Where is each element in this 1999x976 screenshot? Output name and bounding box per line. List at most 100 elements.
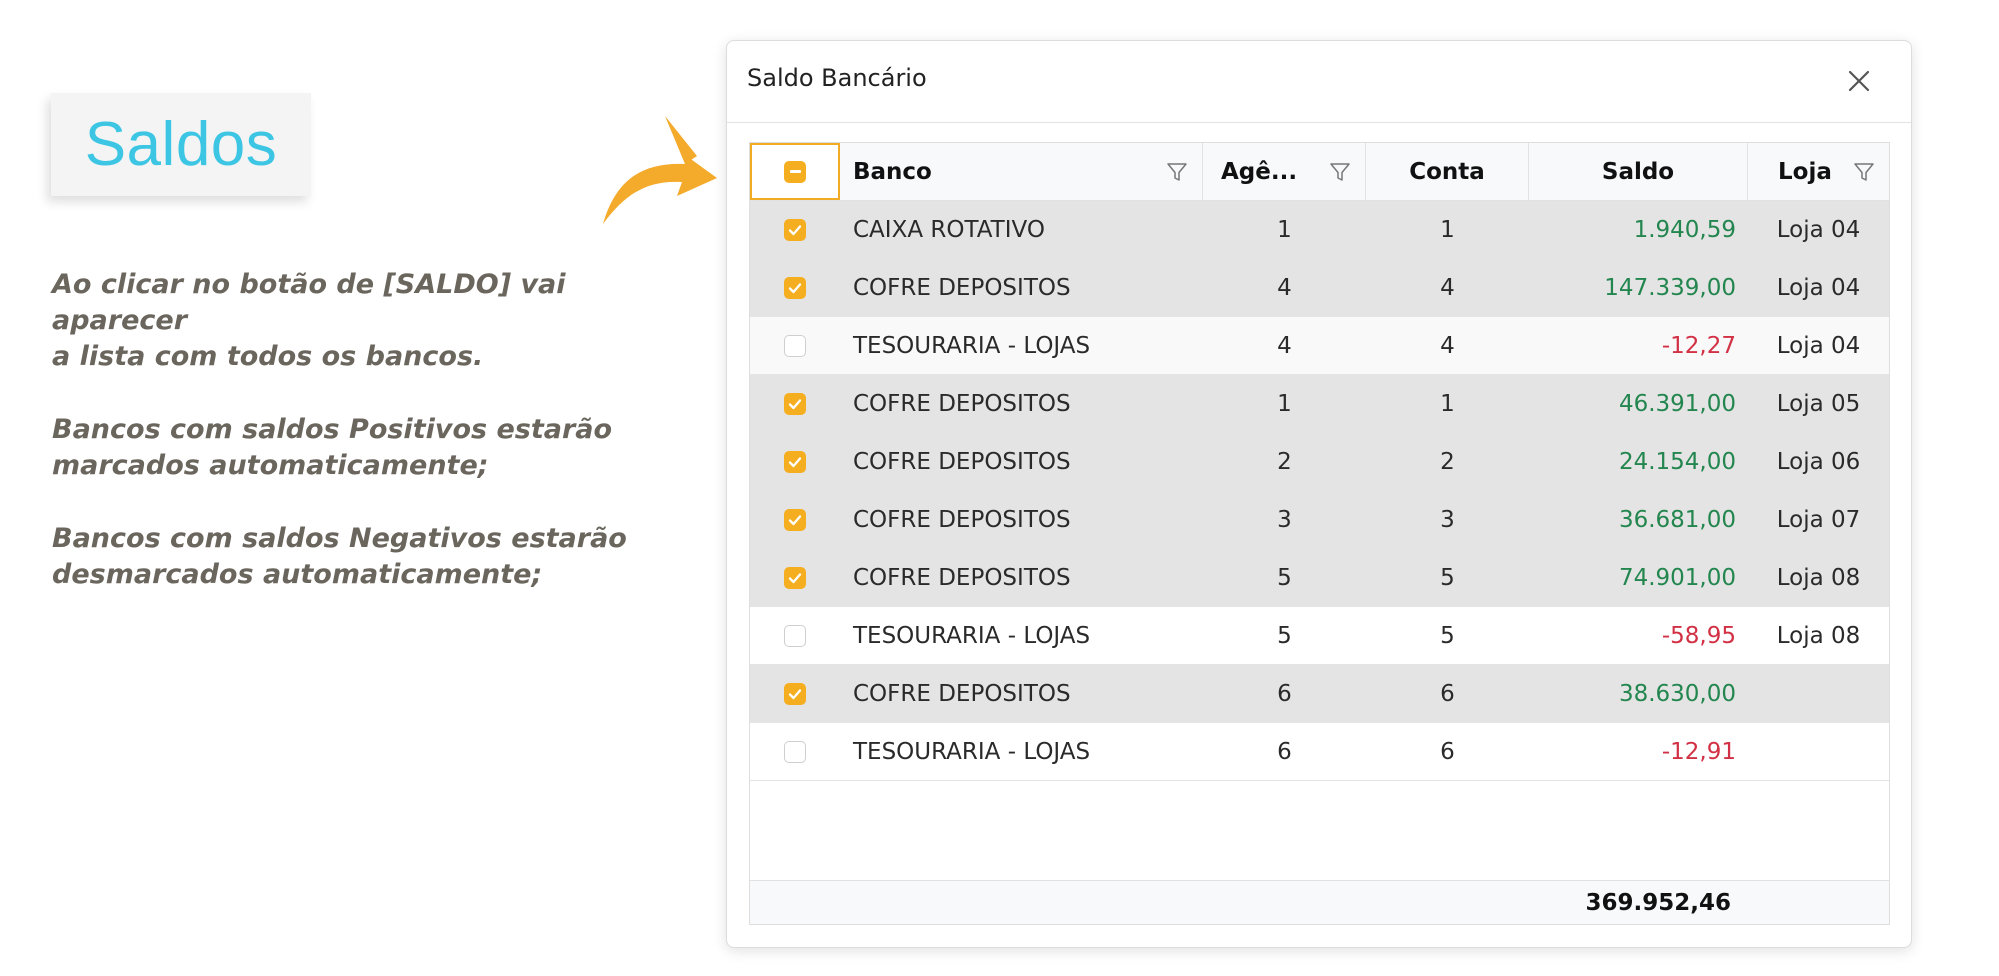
row-checkbox-cell[interactable] [750, 375, 840, 432]
table-row[interactable]: COFRE DEPOSITOS 1 1 46.391,00 Loja 05 [750, 375, 1889, 433]
arrow-icon [603, 116, 717, 224]
cell-agencia: 6 [1277, 738, 1292, 765]
table-row[interactable]: CAIXA ROTATIVO 1 1 1.940,59 Loja 04 [750, 201, 1889, 259]
dialog-header: Saldo Bancário [727, 41, 1911, 123]
cell-agencia: 4 [1277, 332, 1292, 359]
table-header: Banco Agê... Conta Saldo Loja [750, 143, 1889, 201]
cell-loja: Loja 04 [1776, 332, 1861, 359]
close-icon[interactable] [1845, 67, 1873, 95]
cell-conta: 5 [1440, 564, 1455, 591]
dialog-title: Saldo Bancário [747, 64, 927, 92]
table-row[interactable]: COFRE DEPOSITOS 4 4 147.339,00 Loja 04 [750, 259, 1889, 317]
column-loja[interactable]: Loja [1748, 143, 1889, 200]
cell-banco: COFRE DEPOSITOS [853, 680, 1071, 707]
page-title: Saldos [84, 110, 278, 179]
cell-saldo: -12,91 [1661, 738, 1736, 765]
checkbox-unchecked[interactable] [784, 334, 806, 357]
row-checkbox-cell[interactable] [750, 665, 840, 722]
table-body: CAIXA ROTATIVO 1 1 1.940,59 Loja 04 COFRE DEP… [750, 201, 1889, 781]
row-checkbox-cell[interactable] [750, 259, 840, 316]
cell-saldo: -12,27 [1661, 332, 1736, 359]
cell-banco: COFRE DEPOSITOS [853, 390, 1071, 417]
checkbox-checked-icon[interactable] [784, 276, 806, 299]
cell-loja: Loja 06 [1776, 448, 1861, 475]
cell-saldo: 1.940,59 [1633, 216, 1736, 243]
checkbox-checked-icon[interactable] [784, 682, 806, 705]
row-checkbox-cell[interactable] [750, 317, 840, 374]
cell-loja: Loja 04 [1776, 274, 1861, 301]
cell-conta: 3 [1440, 506, 1455, 533]
cell-loja: Loja 08 [1776, 622, 1861, 649]
cell-saldo: 24.154,00 [1618, 448, 1736, 475]
cell-agencia: 5 [1277, 622, 1292, 649]
cell-banco: COFRE DEPOSITOS [853, 274, 1071, 301]
checkbox-indeterminate-icon[interactable] [784, 160, 806, 183]
column-loja-label: Loja [1778, 158, 1832, 185]
checkbox-checked-icon[interactable] [784, 218, 806, 241]
table-row[interactable]: COFRE DEPOSITOS 2 2 24.154,00 Loja 06 [750, 433, 1889, 491]
checkbox-checked-icon[interactable] [784, 392, 806, 415]
cell-agencia: 2 [1277, 448, 1292, 475]
column-banco[interactable]: Banco [840, 143, 1203, 200]
cell-loja: Loja 08 [1776, 564, 1861, 591]
table-row[interactable]: TESOURARIA - LOJAS 6 6 -12,91 [750, 723, 1889, 781]
column-saldo[interactable]: Saldo [1529, 143, 1748, 200]
table-row[interactable]: COFRE DEPOSITOS 6 6 38.630,00 [750, 665, 1889, 723]
instruction-2: Bancos com saldos Positivos estarão marc… [52, 414, 613, 481]
cell-loja [1748, 665, 1889, 722]
cell-conta: 4 [1440, 332, 1455, 359]
filter-icon[interactable] [1166, 161, 1188, 183]
filter-icon[interactable] [1329, 161, 1351, 183]
checkbox-checked-icon[interactable] [784, 508, 806, 531]
table-row[interactable]: TESOURARIA - LOJAS 4 4 -12,27 Loja 04 [750, 317, 1889, 375]
row-checkbox-cell[interactable] [750, 723, 840, 780]
checkbox-unchecked[interactable] [784, 740, 806, 763]
bank-balance-table: Banco Agê... Conta Saldo Loja CAIXA ROTA… [749, 142, 1890, 925]
instruction-1: Ao clicar no botão de [SALDO] vai aparec… [52, 269, 566, 372]
column-conta[interactable]: Conta [1366, 143, 1529, 200]
cell-agencia: 6 [1277, 680, 1292, 707]
cell-conta: 4 [1440, 274, 1455, 301]
column-conta-label: Conta [1409, 158, 1485, 185]
column-agencia-label: Agê... [1221, 158, 1298, 185]
instructions: Ao clicar no botão de [SALDO] vai aparec… [52, 267, 672, 630]
cell-banco: COFRE DEPOSITOS [853, 448, 1071, 475]
table-row[interactable]: COFRE DEPOSITOS 5 5 74.901,00 Loja 08 [750, 549, 1889, 607]
cell-conta: 1 [1440, 390, 1455, 417]
cell-agencia: 5 [1277, 564, 1292, 591]
column-banco-label: Banco [853, 158, 932, 185]
title-card: Saldos [51, 93, 311, 196]
cell-saldo: 36.681,00 [1618, 506, 1736, 533]
row-checkbox-cell[interactable] [750, 549, 840, 606]
table-footer: 369.952,46 [750, 880, 1889, 924]
row-checkbox-cell[interactable] [750, 433, 840, 490]
filter-icon[interactable] [1853, 161, 1875, 183]
cell-conta: 1 [1440, 216, 1455, 243]
cell-loja: Loja 07 [1776, 506, 1861, 533]
cell-conta: 5 [1440, 622, 1455, 649]
cell-conta: 6 [1440, 738, 1455, 765]
total-saldo: 369.952,46 [1585, 889, 1731, 916]
cell-banco: TESOURARIA - LOJAS [853, 622, 1091, 649]
column-agencia[interactable]: Agê... [1203, 143, 1366, 200]
table-row[interactable]: TESOURARIA - LOJAS 5 5 -58,95 Loja 08 [750, 607, 1889, 665]
checkbox-checked-icon[interactable] [784, 566, 806, 589]
cell-saldo: -58,95 [1661, 622, 1736, 649]
checkbox-checked-icon[interactable] [784, 450, 806, 473]
cell-banco: TESOURARIA - LOJAS [853, 738, 1091, 765]
row-checkbox-cell[interactable] [750, 607, 840, 664]
row-checkbox-cell[interactable] [750, 491, 840, 548]
cell-saldo: 46.391,00 [1618, 390, 1736, 417]
cell-loja: Loja 04 [1776, 216, 1861, 243]
checkbox-unchecked[interactable] [784, 624, 806, 647]
cell-saldo: 74.901,00 [1618, 564, 1736, 591]
cell-agencia: 1 [1277, 390, 1292, 417]
column-saldo-label: Saldo [1601, 158, 1675, 185]
table-row[interactable]: COFRE DEPOSITOS 3 3 36.681,00 Loja 07 [750, 491, 1889, 549]
cell-banco: TESOURARIA - LOJAS [853, 332, 1091, 359]
cell-loja [1748, 723, 1889, 780]
instruction-3: Bancos com saldos Negativos estarão desm… [52, 523, 627, 590]
row-checkbox-cell[interactable] [750, 201, 840, 258]
select-all-cell[interactable] [750, 143, 840, 200]
cell-loja: Loja 05 [1776, 390, 1861, 417]
